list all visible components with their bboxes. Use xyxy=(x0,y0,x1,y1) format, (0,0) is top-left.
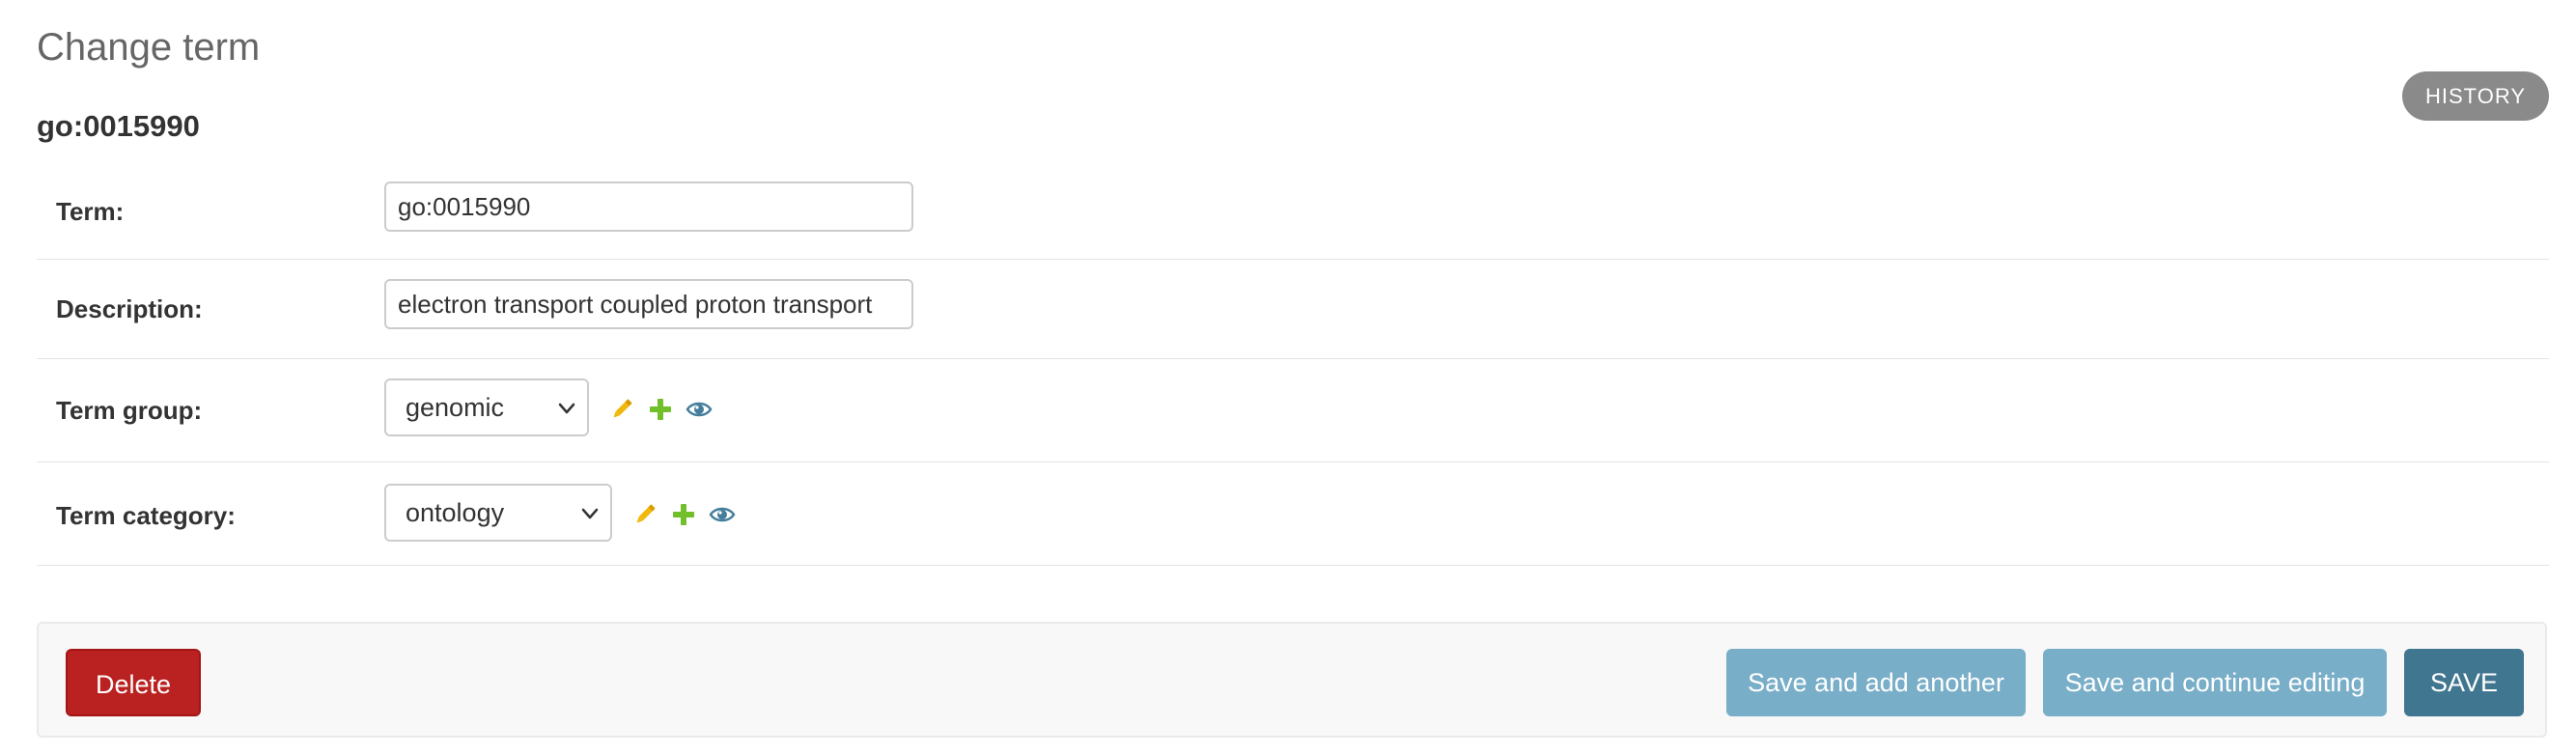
term-input[interactable] xyxy=(384,182,913,232)
pencil-icon[interactable] xyxy=(631,501,658,528)
term-category-selected-value: ontology xyxy=(406,497,505,527)
term-category-select[interactable]: ontology xyxy=(384,484,612,542)
change-form: Term: Description: Term group: genomic xyxy=(37,160,2549,566)
eye-icon[interactable] xyxy=(709,501,736,528)
chevron-down-icon xyxy=(558,403,575,414)
pencil-icon[interactable] xyxy=(608,396,635,423)
term-group-label: Term group: xyxy=(56,396,203,425)
eye-icon[interactable] xyxy=(686,396,713,423)
save-and-continue-button[interactable]: Save and continue editing xyxy=(2043,649,2387,716)
term-group-related-actions xyxy=(608,396,724,423)
form-row-term-group: Term group: genomic xyxy=(37,359,2549,462)
history-button[interactable]: History xyxy=(2402,71,2549,121)
term-category-label: Term category: xyxy=(56,501,236,530)
form-row-description: Description: xyxy=(37,260,2549,359)
term-group-selected-value: genomic xyxy=(406,392,505,422)
object-title: go:0015990 xyxy=(37,109,200,143)
delete-button[interactable]: Delete xyxy=(66,649,201,716)
description-label: Description: xyxy=(56,294,203,323)
term-group-select[interactable]: genomic xyxy=(384,378,589,436)
save-and-add-another-button[interactable]: Save and add another xyxy=(1726,649,2026,716)
term-label: Term: xyxy=(56,197,125,226)
chevron-down-icon xyxy=(581,508,599,519)
plus-icon[interactable] xyxy=(647,396,674,423)
page-title: Change term xyxy=(37,26,261,69)
description-input[interactable] xyxy=(384,279,913,329)
save-button[interactable]: Save xyxy=(2404,649,2524,716)
form-row-term-category: Term category: ontology xyxy=(37,462,2549,566)
submit-row: Delete Save and add another Save and con… xyxy=(37,622,2547,738)
change-form-page: Change term go:0015990 History Term: Des… xyxy=(0,0,2576,755)
plus-icon[interactable] xyxy=(670,501,697,528)
term-category-related-actions xyxy=(631,501,747,528)
form-row-term: Term: xyxy=(37,160,2549,260)
